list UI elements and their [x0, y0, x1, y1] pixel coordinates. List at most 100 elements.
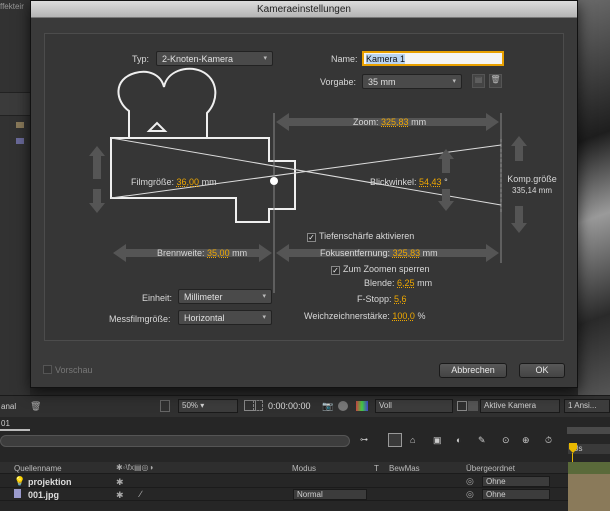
blend-mode-dropdown[interactable]: Normal: [293, 489, 367, 500]
frame-blending-icon[interactable]: ▣: [433, 435, 447, 447]
timeline-tab[interactable]: 01: [0, 419, 30, 431]
work-area-bar[interactable]: [568, 462, 610, 474]
brennweite-value[interactable]: 35,00: [207, 248, 230, 258]
fokus-label: Fokusentfernung:: [320, 248, 391, 258]
pickwhip-icon[interactable]: ◎: [466, 489, 474, 500]
trash-icon[interactable]: 🗑: [30, 401, 41, 411]
weich-row: Weichzeichnerstärke: 100,0 %: [304, 311, 425, 321]
shy-switch-icon[interactable]: ✱: [116, 477, 124, 488]
brainstorm-icon[interactable]: ⊙: [502, 435, 516, 447]
tiefenschaerfe-checkbox[interactable]: ✓ Tiefenschärfe aktivieren: [307, 231, 414, 242]
zoomen-label: Zum Zoomen sperren: [343, 264, 430, 274]
col-bewmas[interactable]: BewMas: [389, 464, 420, 473]
keyframe-icon[interactable]: ⊕: [522, 435, 536, 447]
layer-row[interactable]: 💡 projektion ✱ ◎ Ohne: [0, 475, 568, 488]
ok-button[interactable]: OK: [519, 363, 565, 378]
vorgabe-dropdown[interactable]: 35 mm ▾: [362, 74, 462, 89]
timecode[interactable]: 0:00:00:00: [268, 401, 311, 411]
blende-unit: mm: [417, 278, 433, 288]
magnification-dropdown[interactable]: 50% ▾: [178, 399, 238, 413]
draft-3d-icon[interactable]: [388, 433, 402, 447]
checkbox-icon[interactable]: [43, 365, 52, 374]
col-quellenname[interactable]: Quellenname: [14, 464, 62, 473]
zoom-value[interactable]: 325,83: [381, 117, 409, 127]
region-of-interest-icon[interactable]: [457, 401, 467, 411]
composition-viewer: [578, 0, 610, 395]
brennweite-label: Brennweite:: [157, 248, 205, 258]
camera-view-dropdown[interactable]: Aktive Kamera: [480, 399, 560, 413]
layer-name[interactable]: 001.jpg: [28, 490, 59, 500]
transparency-grid-icon[interactable]: [468, 401, 478, 411]
parent-dropdown[interactable]: Ohne: [482, 489, 550, 500]
timeline-column-header: Quellenname ✱◦\fx▤◎◑ Modus T BewMas Über…: [0, 462, 568, 474]
motion-blur-icon[interactable]: ◐: [456, 435, 470, 447]
komp-value: 335,14 mm: [511, 186, 553, 195]
time-navigator[interactable]: [567, 427, 610, 434]
col-t[interactable]: T: [374, 464, 379, 473]
trash-icon[interactable]: 🗑: [489, 74, 502, 88]
viewer-toolbar: anal 🗑 50% ▾ 0:00:00:00 📷 Voll Aktive Ka…: [0, 395, 610, 417]
project-panel: ffekteir: [0, 0, 30, 395]
tiefenschaerfe-label: Tiefenschärfe aktivieren: [319, 231, 415, 241]
resolution-dropdown[interactable]: Voll: [375, 399, 453, 413]
messfilm-dropdown[interactable]: Horizontal ▾: [178, 310, 272, 325]
clock-icon[interactable]: ⏱: [545, 435, 559, 447]
quality-switch-icon[interactable]: ∕: [140, 489, 142, 499]
project-header: [0, 92, 30, 116]
weich-label: Weichzeichnerstärke:: [304, 311, 390, 321]
weich-value[interactable]: 100,0: [392, 311, 415, 321]
layer-name[interactable]: projektion: [28, 477, 72, 487]
zoom-label: Zoom:: [353, 117, 379, 127]
camera-snapshot-icon[interactable]: 📷: [322, 401, 333, 412]
camera-settings-dialog: Kameraeinstellungen Typ: 2-Knoten-Kamera…: [30, 0, 578, 388]
zoom-row: Zoom: 325,83 mm: [353, 117, 426, 127]
name-label: Name:: [331, 54, 358, 64]
blende-value[interactable]: 6,25: [397, 278, 415, 288]
blickwinkel-value[interactable]: 54,43: [419, 177, 442, 187]
mask-icon[interactable]: [253, 400, 263, 411]
shy-switch-icon[interactable]: ✱: [116, 490, 124, 501]
messfilm-label: Messfilmgröße:: [109, 314, 171, 324]
comp-mini-flowchart-icon[interactable]: ⊶: [360, 435, 384, 447]
fokus-unit: mm: [422, 248, 438, 258]
layer-row[interactable]: 001.jpg ✱ ∕ Normal ◎ Ohne: [0, 488, 568, 501]
view-layout-dropdown[interactable]: 1 Ansi...: [564, 399, 610, 413]
chevron-down-icon: ▾: [263, 55, 267, 62]
label-swatch: [16, 122, 24, 128]
timeline-search[interactable]: [0, 435, 350, 447]
cancel-button[interactable]: Abbrechen: [439, 363, 507, 378]
pickwhip-icon[interactable]: ◎: [466, 476, 474, 487]
fokus-value[interactable]: 325,83: [393, 248, 421, 258]
light-icon: 💡: [14, 476, 26, 486]
filmgroesse-value[interactable]: 36,00: [177, 177, 200, 187]
blende-label: Blende:: [364, 278, 395, 288]
hide-shy-layers-icon[interactable]: ⌂: [410, 435, 424, 447]
filmgroesse-label: Filmgröße:: [131, 177, 175, 187]
switches-icons: ✱◦\fx▤◎◑: [116, 463, 154, 472]
graph-editor-icon[interactable]: ✎: [478, 435, 492, 447]
parent-dropdown[interactable]: Ohne: [482, 476, 550, 487]
after-effects-window: ffekteir anal 🗑 50% ▾ 0:00:00:00 📷 Voll …: [0, 0, 610, 511]
zoomen-sperren-checkbox[interactable]: ✓ Zum Zoomen sperren: [331, 264, 430, 275]
show-channel-icon[interactable]: [338, 401, 348, 411]
checkmark-icon[interactable]: ✓: [331, 266, 340, 275]
col-modus[interactable]: Modus: [292, 464, 316, 473]
fstopp-value[interactable]: 5,6: [394, 294, 407, 304]
checkmark-icon[interactable]: ✓: [307, 233, 316, 242]
timeline-panel: 01 ⊶ ⌂ ▣ ◐ ✎ ⊙ ⊕ ⏱ 0s Quellenname ✱◦\fx▤…: [0, 417, 610, 511]
chevron-down-icon: ▾: [262, 293, 266, 300]
color-channel-icon[interactable]: [356, 401, 368, 411]
vorschau-checkbox[interactable]: Vorschau: [43, 365, 93, 375]
zoom-unit: mm: [411, 117, 427, 127]
weich-unit: %: [417, 311, 426, 321]
name-input[interactable]: Kamera 1: [362, 51, 504, 66]
always-preview-icon[interactable]: [160, 400, 170, 412]
fstopp-label: F-Stopp:: [357, 294, 392, 304]
einheit-dropdown[interactable]: Millimeter ▾: [178, 289, 272, 304]
typ-dropdown[interactable]: 2-Knoten-Kamera ▾: [156, 51, 273, 66]
typ-label: Typ:: [132, 54, 150, 64]
col-uebergeordnet[interactable]: Übergeordnet: [466, 464, 515, 473]
filmgroesse-row: Filmgröße: 36,00 mm: [131, 177, 217, 187]
save-preset-icon[interactable]: ▤: [472, 74, 485, 88]
effects-tab-label[interactable]: ffekteir: [0, 2, 30, 11]
